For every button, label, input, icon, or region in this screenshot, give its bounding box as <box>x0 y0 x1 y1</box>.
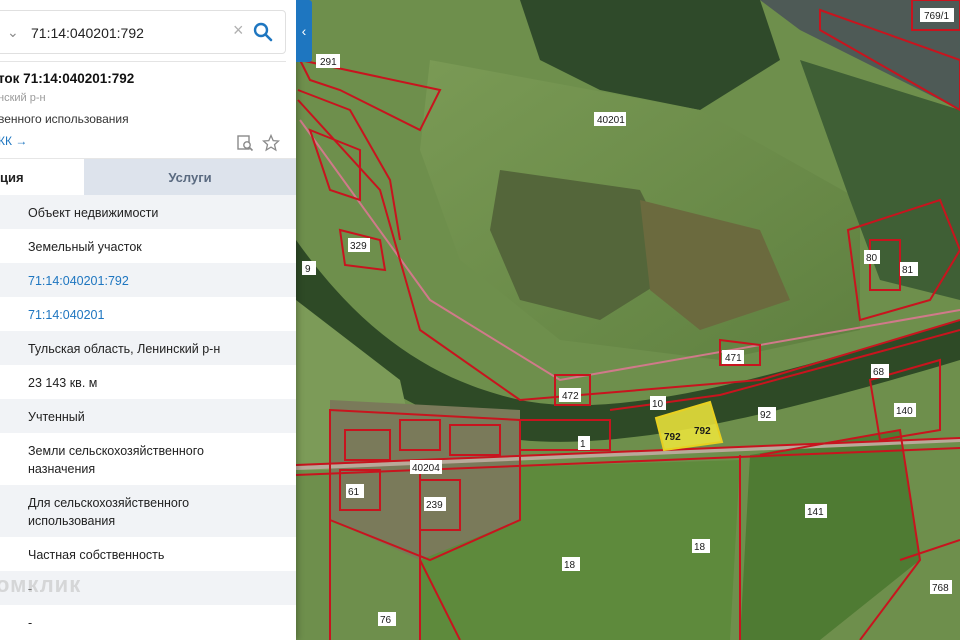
pkk-link[interactable]: КК → <box>0 134 27 148</box>
empty-value: - <box>28 616 33 630</box>
list-item: Тульская область, Ленинский р-н <box>0 331 296 365</box>
usage-text: венного использования <box>0 112 129 126</box>
map-label: 18 <box>564 560 576 571</box>
chevron-down-icon[interactable]: ⌄ <box>7 24 19 41</box>
map-label: 329 <box>350 241 367 252</box>
page-title: ток 71:14:040201:792 <box>0 71 135 86</box>
map-label: 291 <box>320 57 337 68</box>
star-icon[interactable] <box>262 134 280 152</box>
watermark: омклик <box>0 572 82 597</box>
map-label: 1 <box>580 439 586 450</box>
map-label: 471 <box>725 353 742 364</box>
object-kind-value: Земельный участок <box>28 240 142 254</box>
land-category-value: Земли сельскохозяйственного назначения <box>28 444 204 476</box>
map-label: 76 <box>380 615 392 626</box>
list-item: Для сельскохозяйственного использования <box>0 485 296 537</box>
list-item: - <box>0 605 296 639</box>
map-label: 140 <box>896 406 913 417</box>
map-label: 81 <box>902 265 914 276</box>
list-item: Объект недвижимости <box>0 195 296 229</box>
search-document-icon[interactable] <box>236 134 254 152</box>
map-label: 472 <box>562 391 579 402</box>
search-box[interactable]: ⌄ × <box>0 10 286 54</box>
list-item: 71:14:040201:792 <box>0 263 296 297</box>
list-item: 71:14:040201 <box>0 297 296 331</box>
tab-services[interactable]: Услуги <box>84 159 296 195</box>
map-label: 68 <box>873 367 885 378</box>
map-label: 768 <box>932 583 949 594</box>
search-bar: ⌄ × <box>0 0 286 62</box>
status-value: Учтенный <box>28 410 85 424</box>
chevron-left-icon: ‹ <box>301 23 307 39</box>
map-label: 18 <box>694 542 706 553</box>
search-input[interactable] <box>31 21 221 45</box>
map-label: 40204 <box>412 463 440 474</box>
list-item: 23 143 кв. м <box>0 365 296 399</box>
info-panel: ⌄ × ток 71:14:040201:792 нский р-н венно… <box>0 0 296 640</box>
cadastral-number-link[interactable]: 71:14:040201:792 <box>28 272 268 290</box>
close-icon[interactable]: × <box>233 20 244 41</box>
map-label: 10 <box>652 399 664 410</box>
map-label: 9 <box>305 264 311 275</box>
cadastral-quarter-link[interactable]: 71:14:040201 <box>28 306 268 324</box>
list-item: Учтенный <box>0 399 296 433</box>
map-label: 769/1 <box>924 11 949 22</box>
list-item: Земли сельскохозяйственного назначения <box>0 433 296 485</box>
tab-bar: ция Услуги <box>0 158 296 195</box>
object-type-value: Объект недвижимости <box>28 206 159 220</box>
permitted-use-value: Для сельскохозяйственного использования <box>28 496 190 528</box>
address-value: Тульская область, Ленинский р-н <box>28 342 221 356</box>
map-label: 92 <box>760 410 772 421</box>
map-label: 61 <box>348 487 360 498</box>
map-label: 792 <box>694 426 711 437</box>
area-value: 23 143 кв. м <box>28 376 98 390</box>
map-label: 792 <box>664 432 681 443</box>
region-text: нский р-н <box>0 92 46 104</box>
tab-information[interactable]: ция <box>0 159 84 195</box>
list-item: Земельный участок <box>0 229 296 263</box>
search-icon[interactable] <box>253 22 273 42</box>
collapse-panel-button[interactable]: ‹ <box>296 0 312 62</box>
list-item: Частная собственность <box>0 537 296 571</box>
map-label: 141 <box>807 507 824 518</box>
map-label: 239 <box>426 500 443 511</box>
map-label: 80 <box>866 253 878 264</box>
ownership-value: Частная собственность <box>28 548 165 562</box>
map-label: 40201 <box>597 115 625 126</box>
